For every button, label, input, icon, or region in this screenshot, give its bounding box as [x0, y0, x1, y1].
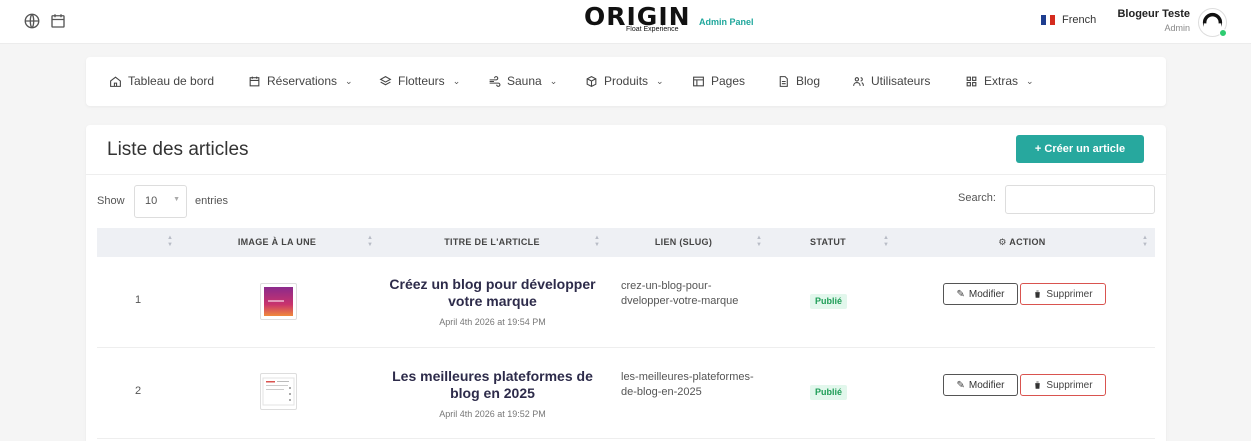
language-selector[interactable]: French	[1041, 14, 1096, 26]
featured-image-thumbnail[interactable]	[260, 373, 297, 410]
chevron-down-icon: ⌄	[452, 75, 461, 86]
admin-panel-label: Admin Panel	[699, 17, 754, 27]
nav-item-utilisateurs[interactable]: Utilisateurs	[852, 74, 930, 88]
nav-item-flotteurs[interactable]: Flotteurs ⌄	[379, 74, 460, 88]
article-date: April 4th 2026 at 19:54 PM	[439, 317, 546, 327]
article-title[interactable]: Créez un blog pour développer votre marq…	[385, 276, 600, 310]
blog-image	[262, 377, 295, 406]
nav-item-reservations[interactable]: Réservations ⌄	[248, 74, 353, 88]
globe-icon[interactable]	[23, 12, 41, 30]
nav-item-sauna[interactable]: Sauna ⌄	[488, 74, 557, 88]
top-header: ORIGIN Float Experience Admin Panel Fren…	[0, 0, 1251, 44]
row-number: 1	[134, 294, 142, 306]
online-status-dot	[1219, 29, 1227, 37]
sort-icon[interactable]: ▲ ▼	[883, 235, 889, 249]
divider	[86, 174, 1166, 175]
edit-icon: ✎	[956, 379, 965, 391]
entries-label: entries	[195, 195, 229, 207]
article-slug: les-meilleures-plateformes-de-blog-en-20…	[621, 371, 754, 398]
nav-item-extras[interactable]: Extras ⌄	[965, 74, 1034, 88]
avatar[interactable]	[1198, 8, 1227, 37]
column-header-status[interactable]: STATUT	[787, 228, 869, 257]
sort-icon[interactable]: ▲ ▼	[1142, 235, 1148, 249]
nav-item-pages[interactable]: Pages	[692, 74, 745, 88]
page-title: Liste des articles	[107, 139, 249, 160]
france-flag-icon	[1041, 15, 1056, 25]
article-date: April 4th 2026 at 19:52 PM	[439, 409, 546, 419]
table-row: 2 Les meilleures plateformes de blog en …	[97, 348, 1155, 439]
language-label: French	[1062, 14, 1097, 26]
create-article-button[interactable]: + Créer un article	[1016, 135, 1144, 163]
row-number: 2	[134, 385, 142, 397]
column-header-action[interactable]: ⚙ ACTION	[967, 228, 1077, 257]
entries-select[interactable]: 10 ▼	[134, 185, 187, 218]
main-navigation: Tableau de bord Réservations ⌄ Flotteurs…	[86, 57, 1166, 106]
sort-icon[interactable]: ▲ ▼	[594, 235, 600, 249]
gear-icon: ⚙	[998, 237, 1007, 247]
sort-icon[interactable]: ▲ ▼	[367, 235, 373, 249]
table-header: ▲ ▼ IMAGE À LA UNE ▲ ▼ TITRE DE L'ARTICLE …	[97, 228, 1155, 257]
trash-icon	[1034, 290, 1041, 298]
blog-image	[264, 287, 293, 316]
edit-button[interactable]: ✎ Modifier	[943, 283, 1018, 305]
chevron-down-icon: ▼	[173, 196, 180, 203]
article-slug: crez-un-blog-pour-dvelopper-votre-marque	[621, 280, 739, 307]
grid-icon	[966, 76, 977, 86]
article-title-cell: Les meilleures plateformes de blog en 20…	[385, 368, 600, 419]
calendar-icon[interactable]	[49, 12, 67, 30]
delete-button[interactable]: Supprimer	[1020, 283, 1106, 305]
user-info[interactable]: Blogeur Teste Admin	[1117, 8, 1190, 33]
logo[interactable]: ORIGIN Float Experience	[584, 4, 691, 36]
table-row: 1 Créez un blog pour développer votre ma…	[97, 257, 1155, 348]
box-icon	[586, 75, 597, 87]
search-input[interactable]	[1005, 185, 1155, 214]
edit-icon: ✎	[956, 288, 965, 300]
calendar-icon	[249, 76, 260, 86]
column-header-slug[interactable]: LIEN (SLUG)	[627, 228, 740, 257]
sort-icon[interactable]: ▲ ▼	[167, 235, 173, 249]
show-label: Show	[97, 195, 125, 207]
layers-icon	[379, 75, 392, 85]
user-role: Admin	[1164, 23, 1190, 33]
home-icon	[110, 75, 121, 87]
nav-item-produits[interactable]: Produits ⌄	[585, 74, 664, 88]
search-label: Search:	[958, 192, 996, 204]
delete-button[interactable]: Supprimer	[1020, 374, 1106, 396]
featured-image-thumbnail[interactable]	[260, 283, 297, 320]
chevron-down-icon: ⌄	[656, 75, 664, 86]
chevron-down-icon: ⌄	[1026, 75, 1034, 86]
edit-button[interactable]: ✎ Modifier	[943, 374, 1018, 396]
articles-card: Liste des articles + Créer un article Sh…	[86, 125, 1166, 441]
file-icon	[779, 75, 788, 87]
nav-item-dashboard[interactable]: Tableau de bord	[109, 74, 214, 88]
column-header-image[interactable]: IMAGE À LA UNE	[197, 228, 357, 257]
chevron-down-icon: ⌄	[549, 75, 558, 86]
nav-item-blog[interactable]: Blog	[777, 74, 820, 88]
status-badge: Publié	[810, 385, 848, 400]
user-name: Blogeur Teste	[1117, 8, 1190, 20]
article-title-cell: Créez un blog pour développer votre marq…	[385, 276, 600, 327]
article-title[interactable]: Les meilleures plateformes de blog en 20…	[385, 368, 600, 402]
users-icon	[853, 76, 864, 86]
wind-icon	[489, 75, 501, 87]
chevron-down-icon: ⌄	[345, 75, 353, 86]
layout-icon	[693, 76, 704, 86]
trash-icon	[1034, 381, 1041, 389]
sort-icon[interactable]: ▲ ▼	[756, 235, 762, 249]
column-header-title[interactable]: TITRE DE L'ARTICLE	[407, 228, 577, 257]
status-badge: Publié	[810, 294, 848, 309]
